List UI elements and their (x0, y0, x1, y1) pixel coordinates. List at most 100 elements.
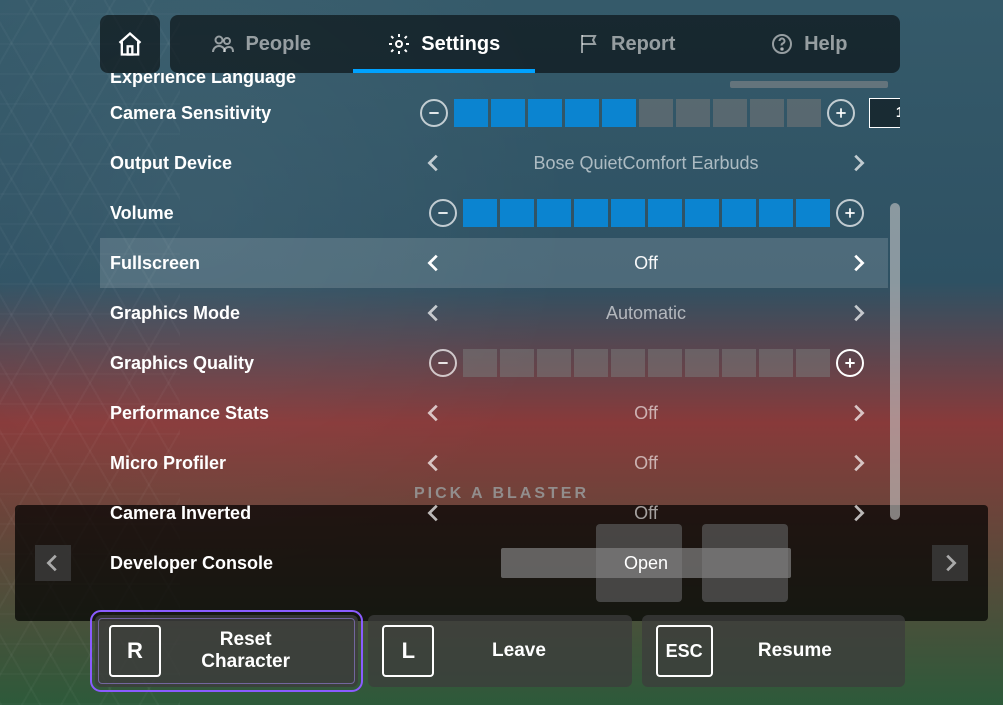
chevron-right-icon (847, 152, 869, 174)
segment (463, 199, 497, 227)
action-label: Leave (460, 640, 617, 662)
settings-row-camera_sensitivity: Camera Sensitivity1 (100, 88, 888, 138)
segment (722, 199, 756, 227)
tab-report[interactable]: Report (535, 15, 718, 73)
segment (722, 349, 756, 377)
segment-bar[interactable] (463, 349, 830, 377)
plus-icon (842, 355, 858, 371)
segment (796, 349, 830, 377)
chevron-right-icon (847, 302, 869, 324)
prev-option-button[interactable] (420, 152, 448, 174)
next-option-button[interactable] (844, 302, 872, 324)
chevron-right-icon (847, 252, 869, 274)
setting-label: Volume (110, 203, 410, 224)
segment (454, 99, 488, 127)
segment (611, 349, 645, 377)
setting-control: Automatic (410, 302, 888, 324)
tab-label: Settings (421, 33, 500, 56)
segment (685, 349, 719, 377)
setting-value: Automatic (454, 303, 838, 324)
setting-control: Off (410, 452, 888, 474)
tab-label: Help (804, 33, 847, 56)
decrease-button[interactable] (420, 99, 448, 127)
segment (537, 199, 571, 227)
segment (500, 349, 534, 377)
tab-people[interactable]: People (170, 15, 353, 73)
decrease-button[interactable] (429, 199, 457, 227)
setting-value: Off (454, 403, 838, 424)
prev-option-button[interactable] (420, 302, 448, 324)
blaster-prev-button[interactable] (35, 545, 71, 581)
open-button[interactable]: Open (501, 548, 791, 578)
home-icon (116, 30, 144, 58)
settings-row-volume: Volume (100, 188, 888, 238)
reset-character-button[interactable]: R Reset Character (95, 615, 358, 687)
minus-icon (426, 105, 442, 121)
segment (537, 349, 571, 377)
segment-bar[interactable] (454, 99, 821, 127)
resume-button[interactable]: ESC Resume (642, 615, 905, 687)
settings-row-graphics_quality: Graphics Quality (100, 338, 888, 388)
settings-row-camera_inverted: Camera Inverted Off (100, 488, 888, 538)
setting-label: Developer Console (110, 553, 410, 574)
minus-icon (435, 205, 451, 221)
increase-button[interactable] (836, 199, 864, 227)
settings-row-graphics_mode: Graphics ModeAutomatic (100, 288, 888, 338)
setting-label: Camera Sensitivity (110, 103, 410, 124)
prev-option-button[interactable] (420, 452, 448, 474)
plus-icon (842, 205, 858, 221)
segment (759, 199, 793, 227)
segment-bar[interactable] (463, 199, 830, 227)
next-option-button[interactable] (844, 502, 872, 524)
settings-panel: Experience Language Camera Sensitivity1O… (100, 73, 900, 610)
top-nav: People Settings Report Help (100, 15, 900, 73)
scrollbar-track[interactable] (890, 203, 900, 610)
next-option-button[interactable] (844, 402, 872, 424)
tab-label: Report (611, 33, 675, 56)
flag-icon (577, 32, 601, 56)
prev-option-button[interactable] (420, 502, 448, 524)
segment (759, 349, 793, 377)
segment (574, 199, 608, 227)
chevron-right-icon (847, 502, 869, 524)
next-option-button[interactable] (844, 452, 872, 474)
home-button[interactable] (100, 15, 160, 73)
setting-label: Camera Inverted (110, 503, 410, 524)
setting-value: Off (454, 503, 838, 524)
setting-truncated-control (730, 81, 888, 88)
setting-value: Off (454, 453, 838, 474)
setting-control: Open (410, 548, 888, 578)
setting-control: Off (410, 402, 888, 424)
chevron-right-icon (847, 402, 869, 424)
setting-label: Output Device (110, 153, 410, 174)
segment (685, 199, 719, 227)
next-option-button[interactable] (844, 152, 872, 174)
tab-help[interactable]: Help (718, 15, 901, 73)
setting-label: Performance Stats (110, 403, 410, 424)
increase-button[interactable] (836, 349, 864, 377)
tab-settings[interactable]: Settings (353, 15, 536, 73)
blaster-next-button[interactable] (932, 545, 968, 581)
scrollbar-thumb[interactable] (890, 203, 900, 520)
tab-bar: People Settings Report Help (170, 15, 900, 73)
chevron-left-icon (423, 152, 445, 174)
segment (602, 99, 636, 127)
prev-option-button[interactable] (420, 252, 448, 274)
segment (787, 99, 821, 127)
help-icon (770, 32, 794, 56)
setting-label: Experience Language (110, 73, 410, 88)
segment (611, 199, 645, 227)
decrease-button[interactable] (429, 349, 457, 377)
prev-option-button[interactable] (420, 402, 448, 424)
next-option-button[interactable] (844, 252, 872, 274)
tab-label: People (245, 33, 311, 56)
setting-control: Bose QuietComfort Earbuds (410, 152, 888, 174)
leave-button[interactable]: L Leave (368, 615, 631, 687)
settings-row-truncated: Experience Language (100, 73, 888, 88)
action-label: Resume (739, 640, 891, 662)
segment (565, 99, 599, 127)
chevron-left-icon (423, 502, 445, 524)
increase-button[interactable] (827, 99, 855, 127)
setting-control: Off (410, 252, 888, 274)
value-input[interactable]: 1 (869, 98, 900, 128)
